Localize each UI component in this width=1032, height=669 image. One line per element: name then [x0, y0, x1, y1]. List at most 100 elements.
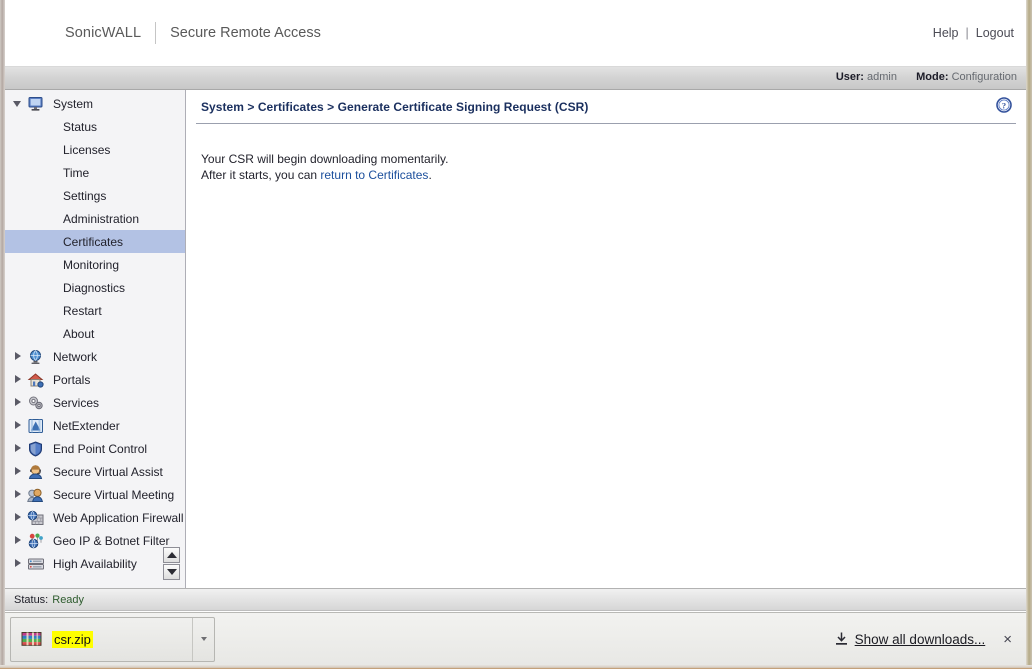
brand-logo-group: SonicWALL Secure Remote Access [65, 22, 321, 44]
sidebar-item-label: Settings [63, 188, 107, 203]
csr-message-line-2: After it starts, you can return to Certi… [201, 168, 1016, 184]
sidebar-group-label: Services [53, 395, 100, 410]
netextender-icon [28, 418, 43, 433]
content-body: Your CSR will begin downloading momentar… [196, 124, 1016, 183]
sidebar-group-label: High Availability [53, 556, 137, 571]
globe-wall-icon [27, 510, 44, 525]
sidebar-navigation[interactable]: System Status Licenses Time Settings Administ… [5, 90, 186, 588]
twisty-expanded-icon[interactable] [13, 98, 24, 109]
sidebar-group-label: System [53, 96, 94, 111]
brand-header: SonicWALL Secure Remote Access Help | Lo… [5, 0, 1026, 67]
download-item[interactable]: csr.zip [10, 616, 215, 662]
sidebar-item-diagnostics[interactable]: Diagnostics [5, 276, 185, 299]
gears-icon [29, 396, 43, 409]
sidebar-item-status[interactable]: Status [5, 115, 185, 138]
help-link[interactable]: Help [933, 26, 959, 40]
header-links: Help | Logout [933, 26, 1014, 40]
globe-icon [30, 349, 41, 364]
csr-message-suffix: . [428, 167, 432, 182]
twisty-collapsed-icon[interactable] [13, 466, 24, 477]
download-item-menu-button[interactable] [192, 617, 214, 661]
shield-icon [29, 440, 42, 457]
sidebar-item-label: About [63, 326, 95, 341]
sidebar-group-web-application-firewall[interactable]: Web Application Firewall [5, 506, 185, 529]
sidebar-group-portals[interactable]: Portals [5, 368, 185, 391]
show-all-downloads-label: Show all downloads... [854, 631, 986, 647]
twisty-collapsed-icon[interactable] [13, 489, 24, 500]
twisty-collapsed-icon[interactable] [13, 397, 24, 408]
help-circle-icon[interactable]: ? [996, 97, 1012, 113]
twisty-collapsed-icon[interactable] [13, 535, 24, 546]
sidebar-group-label: End Point Control [53, 441, 148, 456]
sidebar-item-label: Monitoring [63, 257, 120, 272]
app-status-bar: Status: Ready [5, 588, 1026, 611]
house-icon [27, 372, 44, 388]
sidebar-group-label: Web Application Firewall [53, 510, 184, 525]
return-to-certificates-link[interactable]: return to Certificates [320, 168, 428, 182]
scroll-down-button[interactable] [163, 564, 180, 580]
twisty-collapsed-icon[interactable] [13, 512, 24, 523]
sidebar-group-geo-ip-botnet-filter[interactable]: Geo IP & Botnet Filter [5, 529, 185, 552]
logout-link[interactable]: Logout [976, 26, 1014, 40]
sidebar-group-netextender[interactable]: NetExtender [5, 414, 185, 437]
sidebar-group-end-point-control[interactable]: End Point Control [5, 437, 185, 460]
status-value: Ready [52, 593, 85, 606]
user-value: admin [867, 71, 897, 83]
scroll-up-button[interactable] [163, 547, 180, 563]
sidebar-group-system[interactable]: System [5, 92, 185, 115]
zip-archive-icon [21, 629, 43, 649]
sidebar-item-monitoring[interactable]: Monitoring [5, 253, 185, 276]
mode-value: Configuration [951, 71, 1017, 83]
user-label: User: [835, 71, 864, 83]
sidebar-group-high-availability[interactable]: High Availability [5, 552, 185, 575]
sidebar-item-settings[interactable]: Settings [5, 184, 185, 207]
close-shelf-button[interactable]: × [1003, 632, 1012, 647]
sidebar-item-label: Status [63, 119, 98, 134]
sidebar-group-label: NetExtender [53, 418, 120, 433]
sidebar-group-services[interactable]: Services [5, 391, 185, 414]
download-arrow-icon [835, 632, 847, 645]
brand-name: SonicWALL [65, 25, 142, 41]
download-shelf: csr.zip Show all downloads... × [5, 612, 1026, 665]
sidebar-item-licenses[interactable]: Licenses [5, 138, 185, 161]
user-mode-bar: User: admin Mode: Configuration [5, 67, 1026, 90]
sidebar-item-certificates[interactable]: Certificates [5, 230, 185, 253]
headset-user-icon [28, 464, 43, 479]
sidebar-item-time[interactable]: Time [5, 161, 185, 184]
sidebar-item-restart[interactable]: Restart [5, 299, 185, 322]
show-all-downloads-button[interactable]: Show all downloads... [835, 631, 986, 647]
window-right-edge [1026, 0, 1032, 669]
sidebar-item-about[interactable]: About [5, 322, 185, 345]
main-content: System > Certificates > Generate Certifi… [186, 90, 1026, 588]
sidebar-group-network[interactable]: Network [5, 345, 185, 368]
sidebar-scroll-buttons[interactable] [163, 547, 180, 580]
window-bottom-edge [0, 665, 1032, 669]
sidebar-item-label: Licenses [63, 142, 111, 157]
status-label: Status: [14, 593, 49, 606]
product-name: Secure Remote Access [170, 25, 321, 41]
geo-balloons-icon [28, 533, 43, 548]
breadcrumb: System > Certificates > Generate Certifi… [201, 99, 589, 114]
download-file-name: csr.zip [52, 630, 93, 648]
header-link-separator: | [965, 26, 969, 40]
sidebar-group-secure-virtual-meeting[interactable]: Secure Virtual Meeting [5, 483, 185, 506]
twisty-collapsed-icon[interactable] [13, 558, 24, 569]
sidebar-group-label: Secure Virtual Meeting [53, 487, 175, 502]
sidebar-group-label: Secure Virtual Assist [53, 464, 163, 479]
sidebar-group-label: Network [53, 349, 98, 364]
sidebar-item-administration[interactable]: Administration [5, 207, 185, 230]
twisty-collapsed-icon[interactable] [13, 351, 24, 362]
server-icon [28, 558, 44, 569]
sidebar-item-label: Time [63, 165, 90, 180]
twisty-collapsed-icon[interactable] [13, 374, 24, 385]
twisty-collapsed-icon[interactable] [13, 420, 24, 431]
browser-window: SonicWALL Secure Remote Access Help | Lo… [0, 0, 1032, 669]
sidebar-group-secure-virtual-assist[interactable]: Secure Virtual Assist [5, 460, 185, 483]
sidebar-item-label: Certificates [63, 234, 124, 249]
sidebar-group-label: Geo IP & Botnet Filter [53, 533, 170, 548]
twisty-collapsed-icon[interactable] [13, 443, 24, 454]
sidebar-item-label: Diagnostics [63, 280, 126, 295]
monitor-icon [28, 96, 43, 111]
csr-message-line-1: Your CSR will begin downloading momentar… [201, 152, 449, 166]
mode-label: Mode: [916, 71, 949, 83]
